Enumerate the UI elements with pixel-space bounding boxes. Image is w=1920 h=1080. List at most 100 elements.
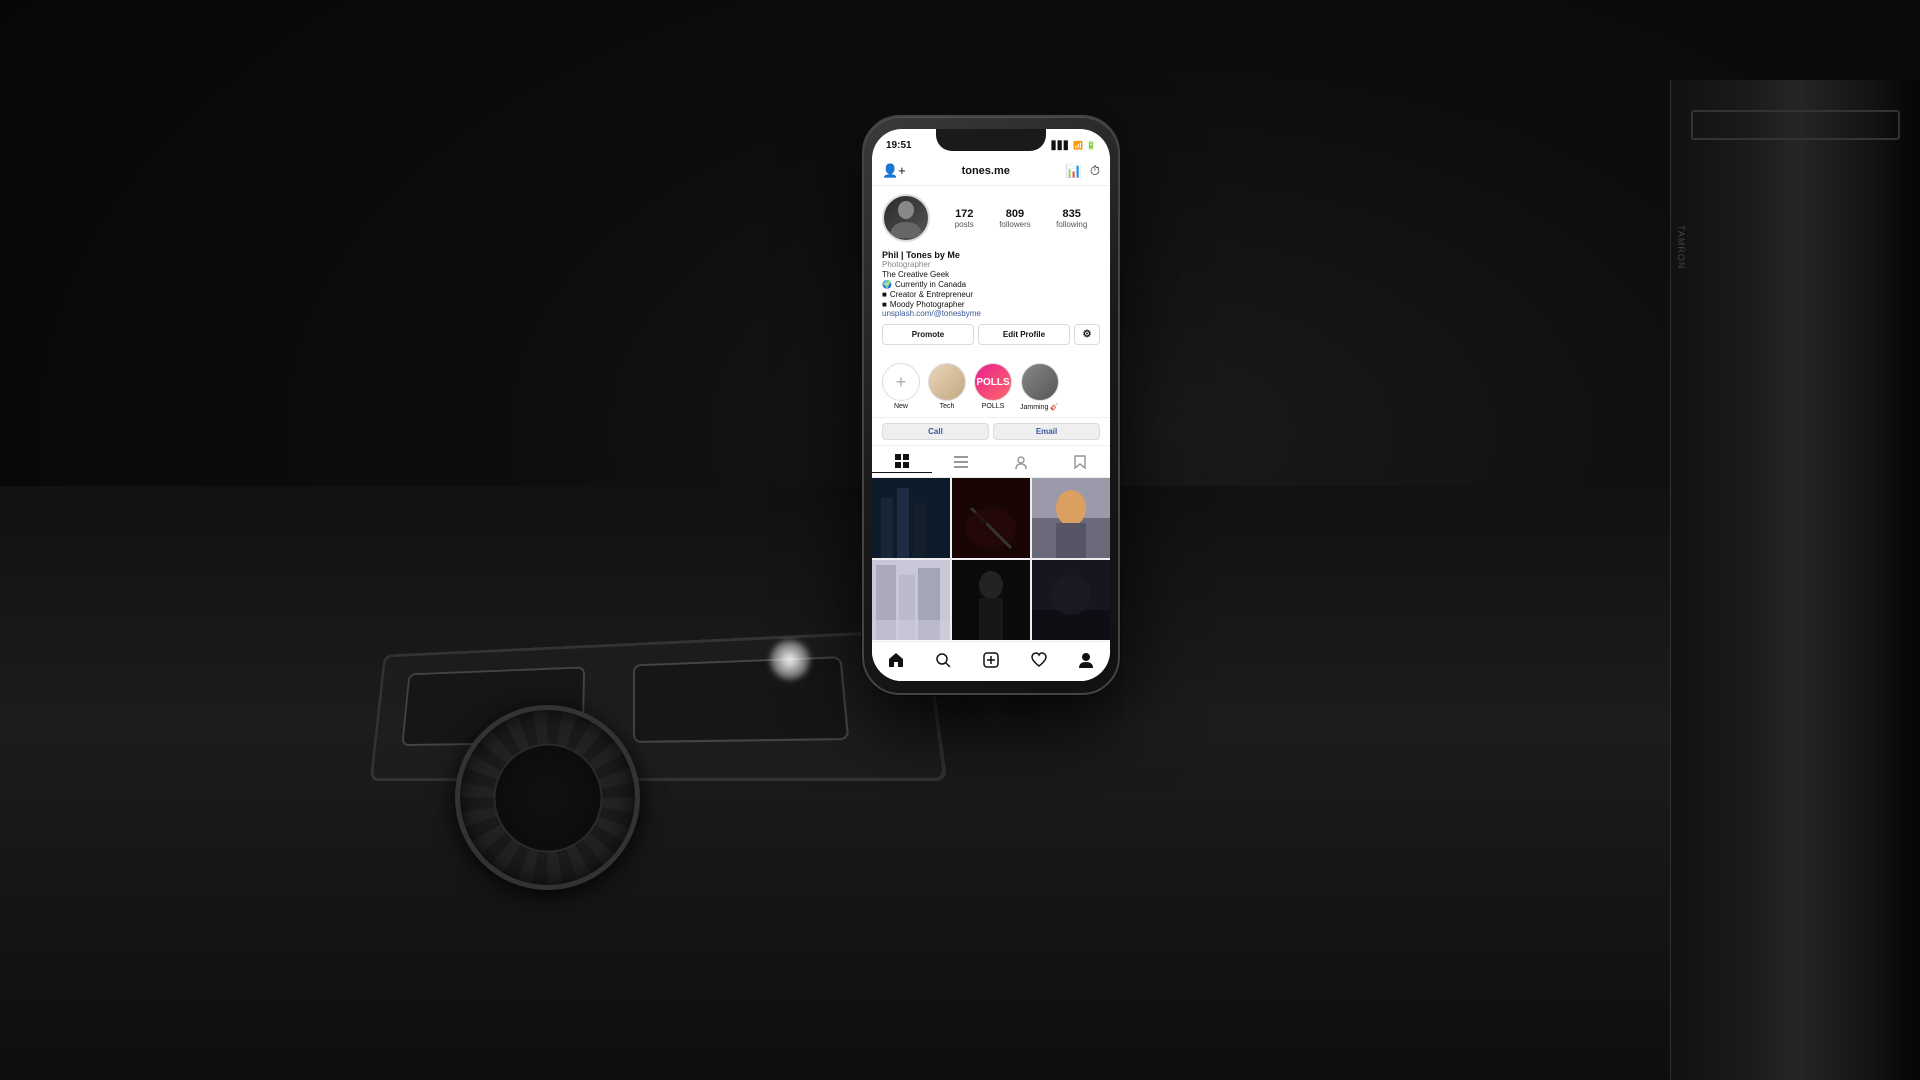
tab-grid[interactable] <box>872 450 932 473</box>
ig-tabs <box>872 446 1110 478</box>
followers-stat[interactable]: 809 followers <box>999 208 1031 229</box>
followers-count: 809 <box>999 208 1031 220</box>
phone-body: 19:51 ▋▋▋ 📶 🔋 👤+ tones.me 📊 ⏱ <box>862 115 1120 695</box>
bottom-search[interactable] <box>929 646 957 674</box>
add-account-icon[interactable]: 👤+ <box>882 163 906 179</box>
highlight-circle-tech <box>928 363 966 401</box>
history-icon[interactable]: ⏱ <box>1090 163 1100 179</box>
posts-stat[interactable]: 172 posts <box>955 208 974 229</box>
status-time: 19:51 <box>886 140 912 151</box>
highlight-label-jamming: Jamming 🎸 <box>1020 403 1059 411</box>
add-icon <box>983 652 999 668</box>
avatar[interactable] <box>882 194 930 242</box>
polls-text: POLLS <box>976 377 1009 388</box>
status-icons: ▋▋▋ 📶 🔋 <box>1052 141 1096 150</box>
profile-title: Photographer <box>882 260 1100 269</box>
grid-photo-2-img <box>952 478 1030 558</box>
bio-line-3: ■ Creator & Entrepreneur <box>882 290 1100 299</box>
bio-text-4: Moody Photographer <box>890 300 965 309</box>
settings-button[interactable]: ⚙ <box>1074 324 1100 345</box>
posts-count: 172 <box>955 208 974 220</box>
grid-photo-5[interactable] <box>952 560 1030 640</box>
email-button[interactable]: Email <box>993 423 1100 440</box>
ig-bottom-nav <box>872 641 1110 681</box>
heart-icon <box>1031 652 1047 668</box>
phone: 19:51 ▋▋▋ 📶 🔋 👤+ tones.me 📊 ⏱ <box>862 115 1120 695</box>
grid-photo-4[interactable] <box>872 560 950 640</box>
tab-tagged[interactable] <box>991 450 1051 473</box>
call-button[interactable]: Call <box>882 423 989 440</box>
square-icon-1: ■ <box>882 290 887 299</box>
followers-label: followers <box>999 220 1031 229</box>
glasses-lens-right <box>633 656 850 743</box>
plus-icon: + <box>896 372 907 393</box>
phone-screen: 19:51 ▋▋▋ 📶 🔋 👤+ tones.me 📊 ⏱ <box>872 129 1110 681</box>
stats-icon[interactable]: 📊 <box>1066 163 1082 179</box>
wifi-icon: 📶 <box>1073 141 1083 150</box>
bio-line-2: 🌍 Currently in Canada <box>882 280 1100 289</box>
ig-highlights: + New Tech POLLS POLLS <box>872 357 1110 418</box>
list-icon <box>954 455 968 469</box>
profile-link[interactable]: unsplash.com/@tonesbyme <box>882 309 1100 318</box>
ig-action-buttons: Promote Edit Profile ⚙ <box>882 324 1100 345</box>
battery-icon: 🔋 <box>1086 141 1096 150</box>
grid-icon <box>895 454 909 468</box>
highlight-tech[interactable]: Tech <box>928 363 966 411</box>
profile-icon <box>1078 652 1094 668</box>
phone-notch <box>936 129 1046 151</box>
saved-icon <box>1073 455 1087 469</box>
camera-lens-right: TAMRON <box>1670 80 1920 1080</box>
globe-icon: 🌍 <box>882 280 892 289</box>
bio-line-4: ■ Moody Photographer <box>882 300 1100 309</box>
bottom-heart[interactable] <box>1025 646 1053 674</box>
following-count: 835 <box>1056 208 1087 220</box>
promote-button[interactable]: Promote <box>882 324 974 345</box>
bio-text-2: Currently in Canada <box>895 280 966 289</box>
edit-profile-button[interactable]: Edit Profile <box>978 324 1070 345</box>
ig-stats: 172 posts 809 followers 835 following <box>942 208 1100 229</box>
grid-photo-2[interactable] <box>952 478 1030 558</box>
tab-list[interactable] <box>932 450 992 473</box>
bio-line-1: The Creative Geek <box>882 270 1100 279</box>
ig-nav-icons: 📊 ⏱ <box>1066 163 1100 179</box>
square-icon-2: ■ <box>882 300 887 309</box>
signal-icon: ▋▋▋ <box>1052 141 1070 150</box>
highlight-circle-jamming <box>1021 363 1059 401</box>
highlight-new[interactable]: + New <box>882 363 920 411</box>
bio-text-3: Creator & Entrepreneur <box>890 290 973 299</box>
highlight-polls[interactable]: POLLS POLLS <box>974 363 1012 411</box>
ig-photo-grid <box>872 478 1110 640</box>
ig-username: tones.me <box>962 165 1010 177</box>
bottom-add[interactable] <box>977 646 1005 674</box>
grid-photo-3[interactable] <box>1032 478 1110 558</box>
glasses-frame <box>370 629 948 781</box>
instagram-app: 👤+ tones.me 📊 ⏱ <box>872 157 1110 681</box>
tab-saved[interactable] <box>1051 450 1111 473</box>
lens-text: TAMRON <box>1676 225 1686 269</box>
following-stat[interactable]: 835 following <box>1056 208 1087 229</box>
search-icon <box>935 652 951 668</box>
avatar-silhouette <box>890 198 922 238</box>
posts-label: posts <box>955 220 974 229</box>
bottom-home[interactable] <box>882 646 910 674</box>
home-icon <box>888 652 904 668</box>
grid-photo-6[interactable] <box>1032 560 1110 640</box>
following-label: following <box>1056 220 1087 229</box>
ig-bio: Phil | Tones by Me Photographer The Crea… <box>882 250 1100 318</box>
bio-text-1: The Creative Geek <box>882 270 949 279</box>
bottom-profile[interactable] <box>1072 646 1100 674</box>
ig-contact-row: Call Email <box>872 418 1110 446</box>
highlight-circle-new: + <box>882 363 920 401</box>
profile-name: Phil | Tones by Me <box>882 250 1100 260</box>
grid-photo-4-img <box>872 560 950 640</box>
grid-photo-1[interactable] <box>872 478 950 558</box>
highlight-circle-polls: POLLS <box>974 363 1012 401</box>
grid-photo-1-img <box>872 478 950 558</box>
tagged-icon <box>1014 455 1028 469</box>
lens-ring <box>1691 110 1900 140</box>
ig-profile: 172 posts 809 followers 835 following <box>872 186 1110 357</box>
grid-photo-3-img <box>1032 478 1110 558</box>
ig-top-nav: 👤+ tones.me 📊 ⏱ <box>872 157 1110 186</box>
highlight-jamming[interactable]: Jamming 🎸 <box>1020 363 1059 411</box>
ig-stats-row: 172 posts 809 followers 835 following <box>882 194 1100 242</box>
